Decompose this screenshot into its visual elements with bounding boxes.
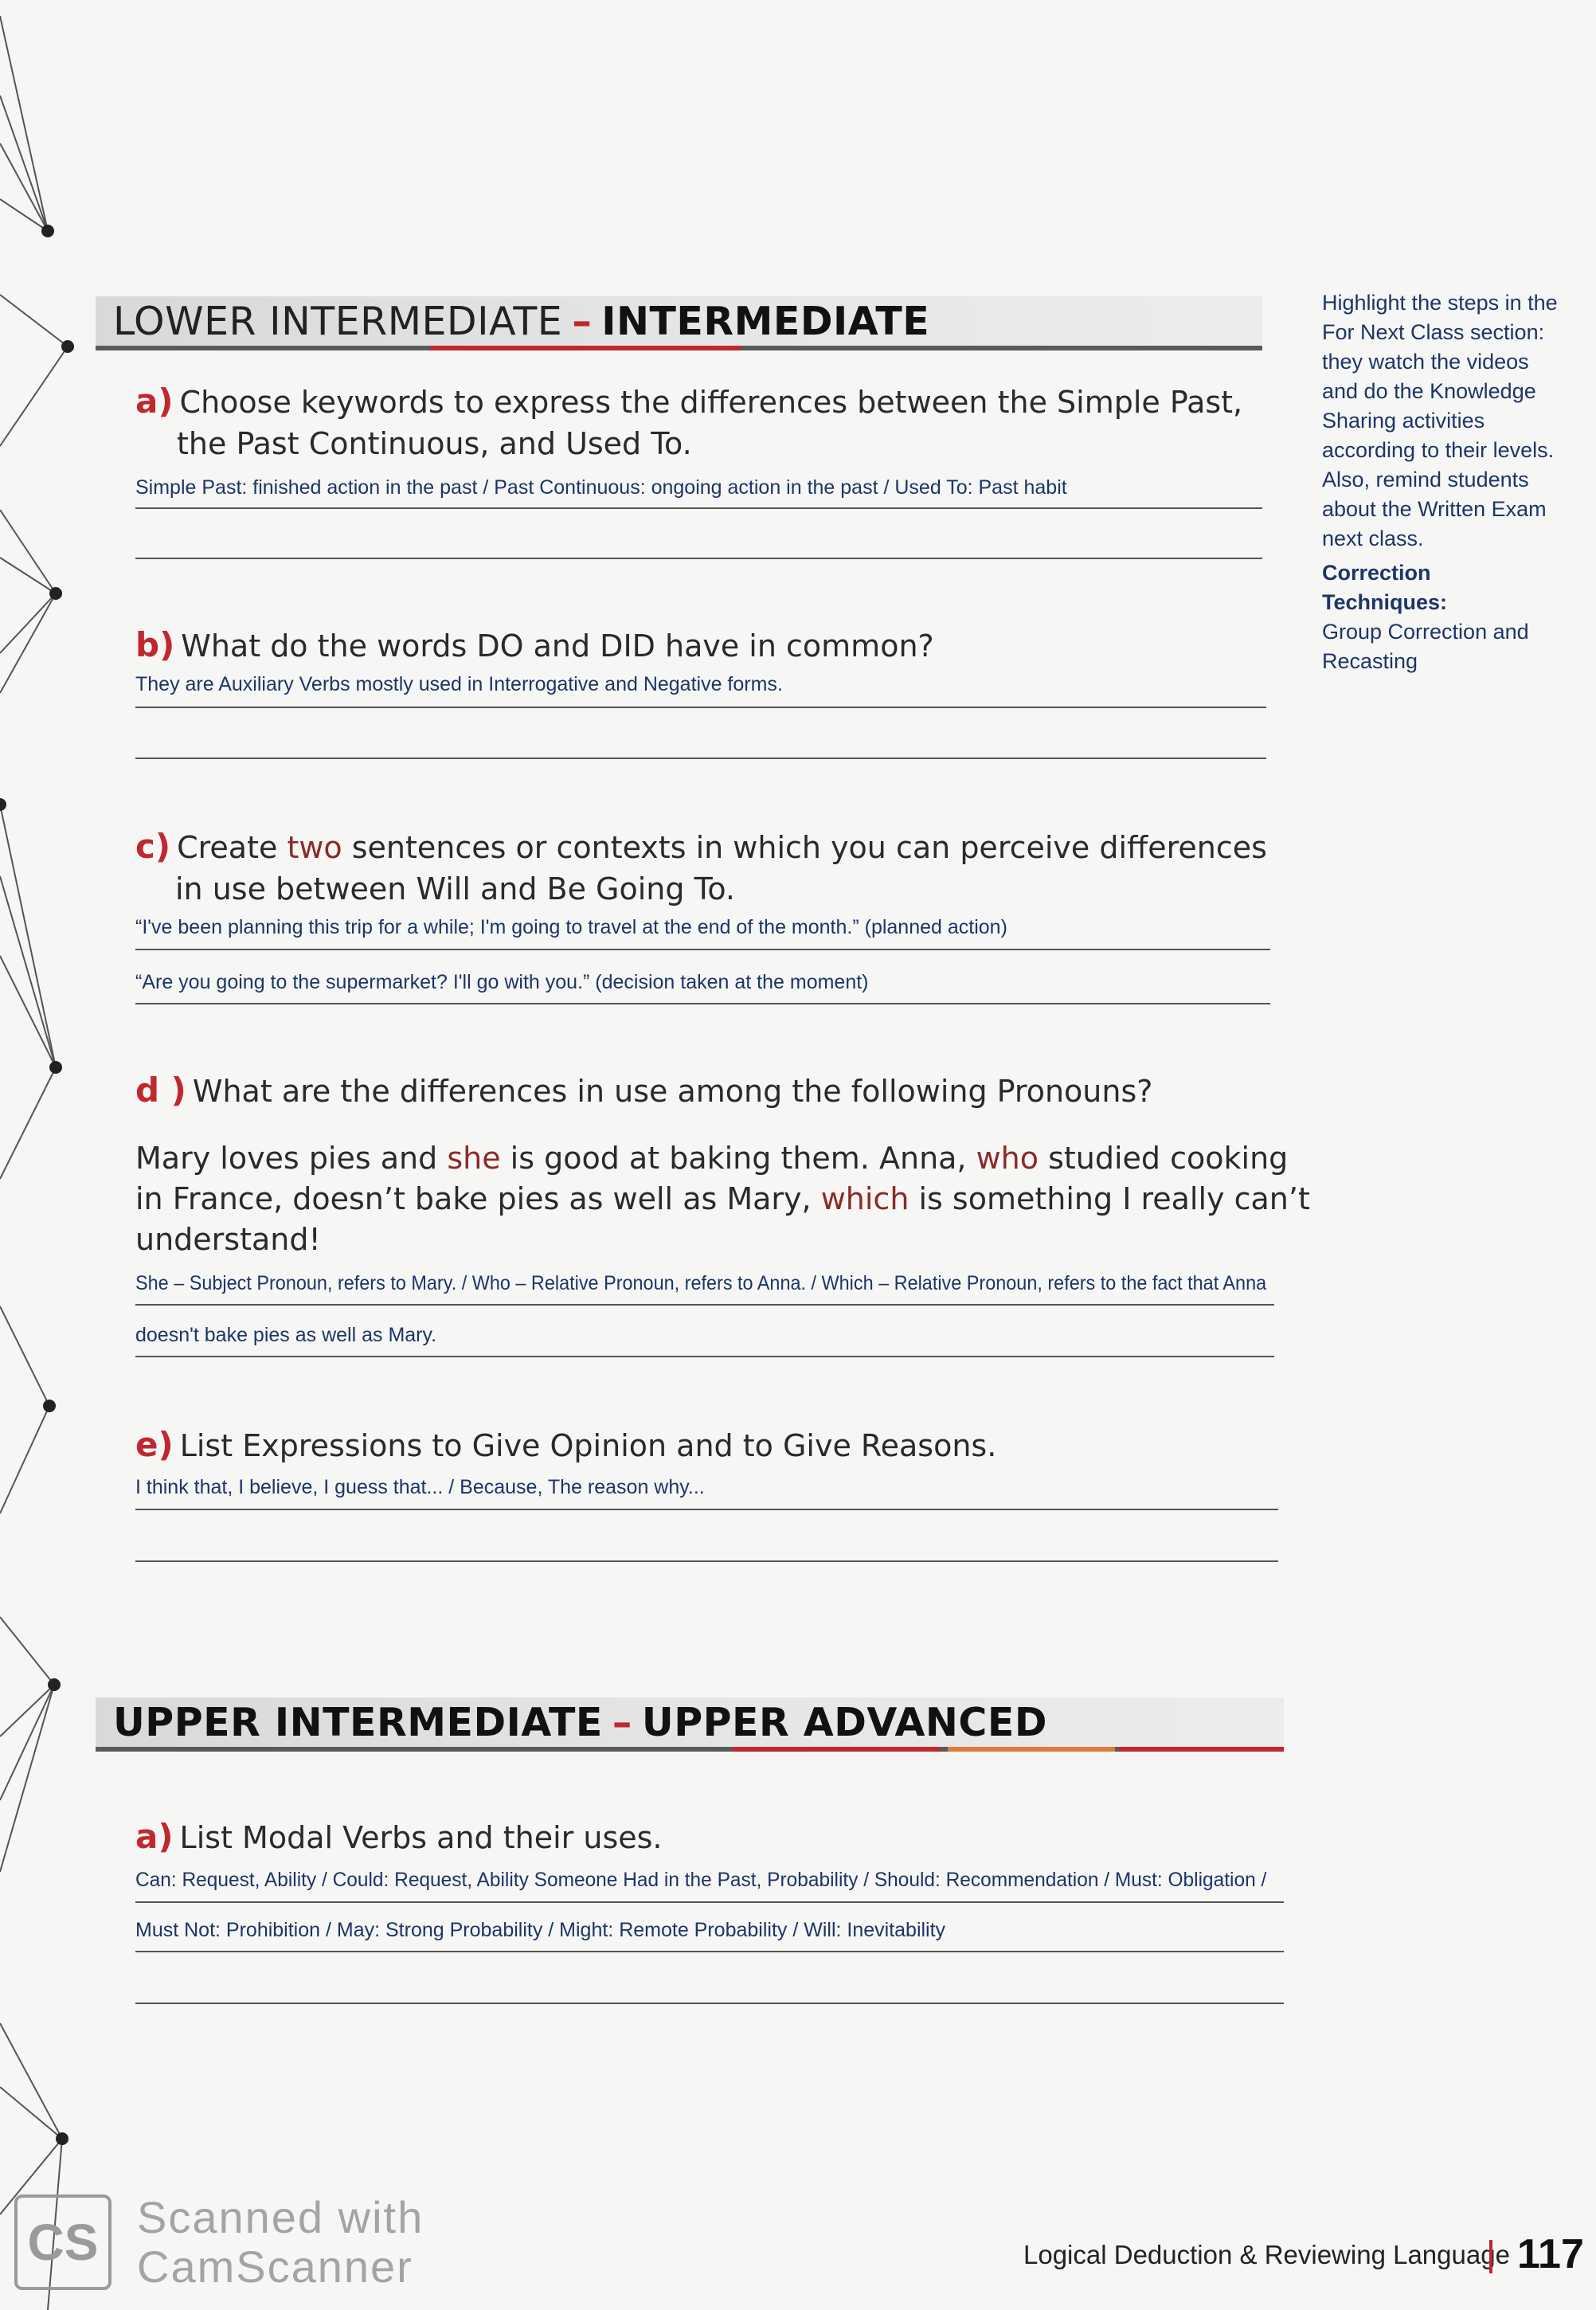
watermark-line: CamScanner [137,2241,413,2292]
answer-line [135,949,1270,950]
level-dash: – [572,298,593,344]
note-line: Recasting [1322,649,1418,673]
note-line: Highlight the steps in the [1322,291,1558,315]
answer-text: “Are you going to the supermarket? I'll … [135,971,869,993]
note-line: according to their levels. [1322,438,1555,462]
question-e: e) List Expressions to Give Opinion and t… [135,1424,996,1466]
paragraph-text: studied cooking [1039,1141,1289,1176]
paragraph-text: in France, doesn’t bake pies as well as … [135,1181,821,1216]
answer-text: I think that, I believe, I guess that...… [135,1476,705,1498]
teacher-note: Highlight the steps in the For Next Clas… [1322,288,1561,676]
question-letter: d ) [135,1071,186,1110]
section-header-lower-intermediate: LOWER INTERMEDIATE – INTERMEDIATE [96,296,1262,350]
camscanner-logo-icon: CS [14,2194,111,2290]
answer-line [135,1560,1278,1562]
paragraph-text: Mary loves pies and [135,1141,448,1176]
answer-line [135,1509,1278,1510]
question-letter: c) [135,827,171,866]
answer-line [135,558,1262,559]
question-text: What do the words DO and DID have in com… [181,628,934,664]
answer-line [135,758,1266,759]
answer-line [135,707,1266,708]
answer-line [135,1003,1270,1004]
note-line: Also, remind students [1322,468,1529,491]
paragraph-text: is something I really can’t [909,1181,1310,1216]
note-line: and do the Knowledge [1322,379,1536,403]
question-upper-a: a) List Modal Verbs and their uses. [135,1816,663,1858]
question-text-cont: the Past Continuous, and Used To. [177,426,692,461]
highlight-word: two [287,830,342,865]
paragraph-text: is good at baking them. Anna, [500,1141,976,1176]
footer-divider [1489,2240,1492,2273]
note-line: about the Written Exam [1322,497,1547,521]
question-text: What are the differences in use among th… [192,1074,1153,1109]
header-accent-bar [430,346,741,350]
answer-line [135,1356,1274,1357]
answer-text: Simple Past: finished action in the past… [135,476,1067,499]
scanner-watermark: Scanned with CamScanner [137,2193,424,2292]
answer-text: Can: Request, Ability / Could: Request, … [135,1869,1267,1891]
paragraph-text: understand! [135,1222,321,1257]
answer-line [135,1951,1284,1952]
question-a: a) Choose keywords to express the differe… [135,381,1242,464]
header-accent-bar [733,1747,940,1752]
question-text: Create [177,830,288,865]
example-paragraph: Mary loves pies and she is good at bakin… [135,1138,1310,1260]
level-label-right: INTERMEDIATE [601,298,930,344]
highlight-word: she [447,1141,501,1176]
answer-text: They are Auxiliary Verbs mostly used in … [135,673,783,695]
question-text: List Expressions to Give Opinion and to … [179,1428,997,1463]
answer-line [135,2003,1284,2004]
question-letter: a) [135,1817,174,1856]
note-line: they watch the videos [1322,350,1529,374]
answer-text: “I've been planning this trip for a whil… [135,916,1007,938]
question-letter: e) [135,1425,174,1464]
highlight-word: who [976,1141,1039,1176]
page-number: 117 [1517,2231,1584,2277]
question-b: b) What do the words DO and DID have in c… [135,624,934,667]
answer-line [135,1304,1274,1306]
answer-text: doesn't bake pies as well as Mary. [135,1324,437,1346]
note-line: next class. [1322,527,1424,550]
level-label-left: UPPER INTERMEDIATE [113,1699,603,1745]
question-text: sentences or contexts in which you can p… [342,830,1267,865]
question-letter: a) [135,382,174,421]
header-accent-bar [948,1747,1115,1752]
level-dash: – [612,1699,632,1745]
level-label-left: LOWER INTERMEDIATE [113,298,563,344]
question-text-cont: in use between Will and Be Going To. [175,871,735,906]
watermark-line: Scanned with [137,2192,424,2242]
question-d: d ) What are the differences in use among… [135,1070,1152,1112]
section-header-upper-intermediate: UPPER INTERMEDIATE – UPPER ADVANCED [96,1697,1284,1752]
note-line: Sharing activities [1322,409,1485,433]
answer-text: She – Subject Pronoun, refers to Mary. /… [135,1272,1267,1294]
question-text: List Modal Verbs and their uses. [179,1820,663,1855]
answer-text: Must Not: Prohibition / May: Strong Prob… [135,1919,946,1941]
chapter-title: Logical Deduction & Reviewing Language [1023,2240,1510,2269]
question-c: c) Create two sentences or contexts in wh… [135,826,1267,910]
network-decoration [0,15,74,2310]
answer-line [135,507,1262,509]
note-line: For Next Class section: [1322,320,1545,344]
header-accent-bar [1119,1747,1284,1752]
level-label-right: UPPER ADVANCED [641,1699,1048,1745]
question-letter: b) [135,625,175,664]
highlight-word: which [820,1181,909,1216]
note-line: Group Correction and [1322,620,1529,644]
question-text: Choose keywords to express the differenc… [179,385,1243,420]
answer-line [135,1901,1284,1903]
correction-techniques-label: Correction Techniques: [1322,561,1448,614]
